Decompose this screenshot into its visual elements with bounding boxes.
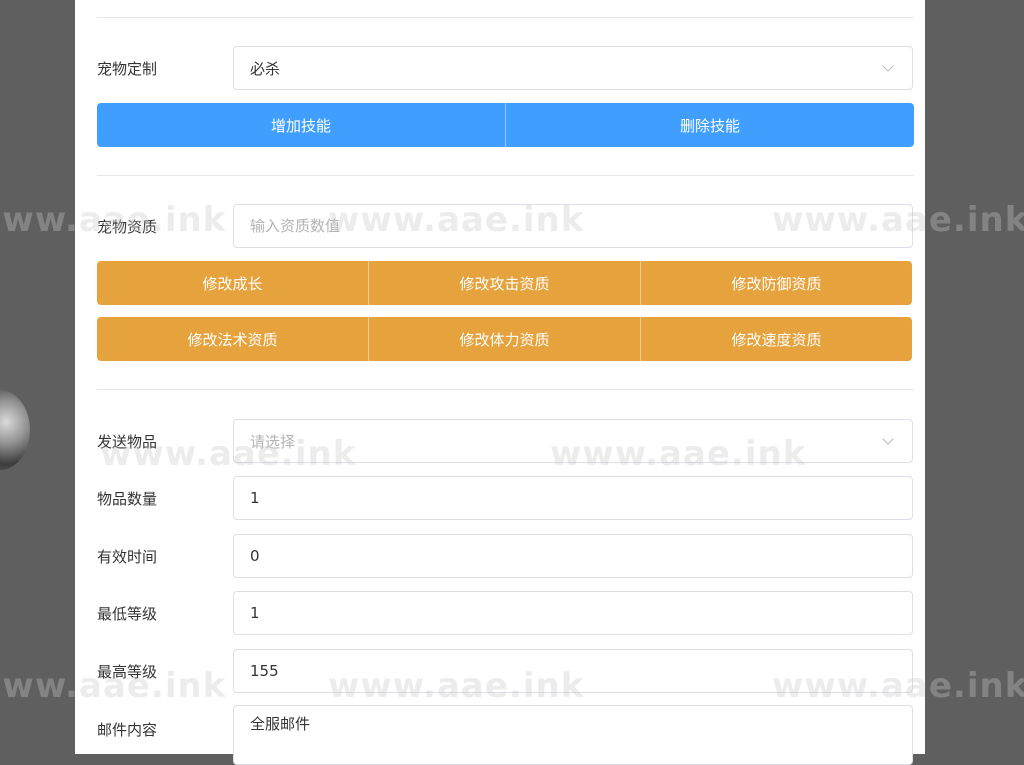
item-select[interactable]: 请选择	[233, 419, 913, 463]
divider	[97, 389, 914, 390]
modify-defense-aptitude-button[interactable]: 修改防御资质	[640, 261, 912, 305]
gm-tool-panel: 宠物定制 必杀 增加技能 删除技能 宠物资质 修改成长 修改攻击资质 修改防御资…	[75, 0, 925, 765]
item-select-placeholder: 请选择	[250, 432, 296, 451]
max-level-label: 最高等级	[97, 663, 158, 681]
modify-stamina-aptitude-button[interactable]: 修改体力资质	[368, 317, 640, 361]
delete-skill-button[interactable]: 删除技能	[505, 103, 914, 147]
add-skill-button[interactable]: 增加技能	[97, 103, 505, 147]
divider	[97, 175, 914, 176]
max-level-input[interactable]	[233, 649, 913, 693]
pet-skill-select-value: 必杀	[250, 59, 281, 78]
chevron-down-icon	[882, 60, 894, 72]
modify-speed-aptitude-button[interactable]: 修改速度资质	[640, 317, 912, 361]
modify-attack-aptitude-button[interactable]: 修改攻击资质	[368, 261, 640, 305]
aptitude-button-group-1: 修改成长 修改攻击资质 修改防御资质	[97, 261, 912, 305]
pet-custom-label: 宠物定制	[97, 60, 158, 78]
mail-content-textarea[interactable]: 全服邮件	[233, 705, 913, 765]
aptitude-value-input[interactable]	[233, 204, 913, 248]
pet-aptitude-label: 宠物资质	[97, 218, 158, 236]
valid-time-input[interactable]	[233, 534, 913, 578]
min-level-input[interactable]	[233, 591, 913, 635]
min-level-label: 最低等级	[97, 605, 158, 623]
pet-skill-select[interactable]: 必杀	[233, 46, 913, 90]
aptitude-button-group-2: 修改法术资质 修改体力资质 修改速度资质	[97, 317, 912, 361]
send-item-label: 发送物品	[97, 433, 158, 451]
modify-magic-aptitude-button[interactable]: 修改法术资质	[97, 317, 368, 361]
mail-content-label: 邮件内容	[97, 721, 158, 739]
valid-time-label: 有效时间	[97, 548, 158, 566]
skill-button-group: 增加技能 删除技能	[97, 103, 914, 147]
item-quantity-input[interactable]	[233, 476, 913, 520]
item-quantity-label: 物品数量	[97, 490, 158, 508]
divider	[97, 17, 914, 18]
chevron-down-icon	[882, 433, 894, 445]
modify-growth-button[interactable]: 修改成长	[97, 261, 368, 305]
